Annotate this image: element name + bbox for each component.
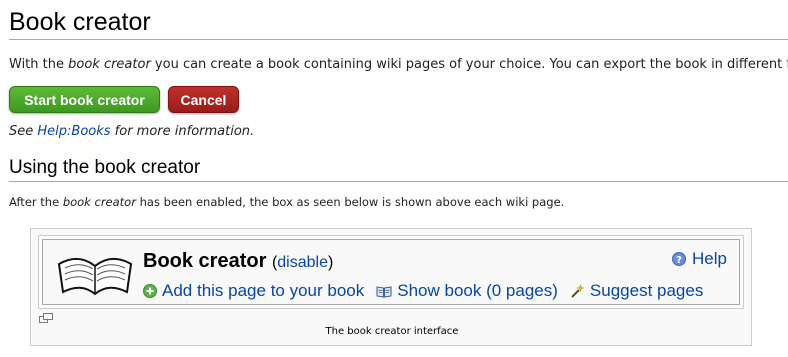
help-link[interactable]: Help	[692, 249, 727, 269]
intro-emphasis: book creator	[68, 57, 151, 72]
cancel-button[interactable]: Cancel	[168, 86, 239, 113]
enlarge-icon[interactable]	[39, 313, 53, 324]
suggest-pages-label[interactable]: Suggest pages	[590, 280, 703, 302]
see-also-prefix: See	[9, 124, 38, 139]
section-text-end: has been enabled, the box as seen below …	[135, 195, 565, 209]
intro-text-end: you can create a book containing wiki pa…	[150, 57, 788, 72]
box-title-text: Book creator	[143, 250, 267, 272]
figure-caption: The book creator interface	[325, 326, 459, 337]
intro-text-start: With the	[9, 57, 69, 72]
magic-wand-icon	[571, 283, 584, 298]
page-title: Book creator	[9, 6, 788, 40]
book-actions: Add this page to your book Show book (0 …	[143, 280, 703, 302]
section-text-start: After the	[9, 195, 63, 209]
paren-close: )	[327, 254, 334, 271]
see-also: See Help:Books for more information.	[9, 123, 254, 141]
disable-link[interactable]: disable	[277, 254, 328, 271]
help-icon: ?	[672, 252, 687, 266]
figure-thumbnail: Book creator (disable) ? Help Add this p…	[30, 228, 752, 346]
open-book-icon	[376, 285, 392, 298]
see-also-suffix: for more information.	[110, 124, 255, 139]
suggest-pages-action[interactable]: Suggest pages	[570, 280, 703, 302]
start-book-creator-button[interactable]: Start book creator	[9, 86, 160, 113]
section-heading: Using the book creator	[9, 156, 788, 182]
open-book-icon	[57, 258, 133, 296]
show-book-action[interactable]: Show book (0 pages)	[376, 280, 558, 302]
plus-circle-icon	[143, 284, 157, 298]
help-books-link[interactable]: Help:Books	[37, 124, 110, 139]
help-link-group[interactable]: ? Help	[672, 249, 727, 269]
svg-text:?: ?	[676, 255, 682, 266]
book-creator-title: Book creator (disable)	[143, 248, 333, 276]
section-paragraph: After the book creator has been enabled,…	[9, 194, 564, 210]
add-page-label[interactable]: Add this page to your book	[162, 280, 364, 302]
section-emphasis: book creator	[62, 195, 136, 209]
figure-image-frame: Book creator (disable) ? Help Add this p…	[38, 235, 744, 309]
book-creator-box: Book creator (disable) ? Help Add this p…	[42, 239, 740, 305]
intro-paragraph: With the book creator you can create a b…	[9, 56, 788, 74]
show-book-label[interactable]: Show book (0 pages)	[397, 280, 558, 302]
add-page-action[interactable]: Add this page to your book	[143, 280, 364, 302]
